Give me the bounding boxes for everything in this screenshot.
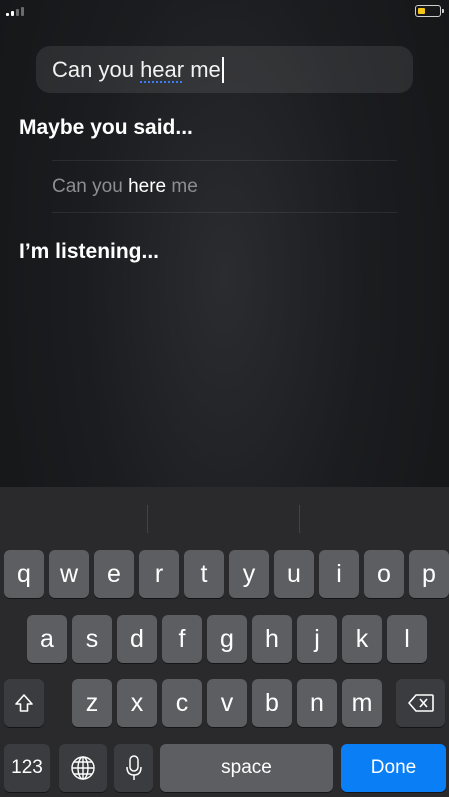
- delete-key[interactable]: [396, 679, 445, 727]
- dictation-key[interactable]: [114, 744, 153, 792]
- key-b[interactable]: b: [252, 679, 292, 727]
- key-i[interactable]: i: [319, 550, 359, 598]
- listening-status: I’m listening...: [19, 240, 160, 263]
- key-f[interactable]: f: [162, 615, 202, 663]
- key-l[interactable]: l: [387, 615, 427, 663]
- numbers-key[interactable]: 123: [4, 744, 50, 792]
- key-r[interactable]: r: [139, 550, 179, 598]
- key-x[interactable]: x: [117, 679, 157, 727]
- key-v[interactable]: v: [207, 679, 247, 727]
- query-emphasized-word: hear: [140, 56, 185, 82]
- done-key[interactable]: Done: [341, 744, 446, 792]
- key-q[interactable]: q: [4, 550, 44, 598]
- shift-key[interactable]: [4, 679, 44, 727]
- key-u[interactable]: u: [274, 550, 314, 598]
- query-text: Can you hear me: [52, 56, 221, 82]
- key-z[interactable]: z: [72, 679, 112, 727]
- suggestion-highlight: here: [128, 175, 167, 197]
- key-o[interactable]: o: [364, 550, 404, 598]
- key-m[interactable]: m: [342, 679, 382, 727]
- key-y[interactable]: y: [229, 550, 269, 598]
- prediction-divider: [147, 505, 148, 533]
- keyboard: 123 space Done qwertyuiop asdfghjkl zxcvbn…: [0, 487, 449, 797]
- globe-key[interactable]: [59, 744, 107, 792]
- key-e[interactable]: e: [94, 550, 134, 598]
- signal-strength-icon: [6, 7, 24, 16]
- key-g[interactable]: g: [207, 615, 247, 663]
- query-text-field[interactable]: Can you hear me: [36, 46, 413, 93]
- globe-icon: [70, 755, 96, 781]
- key-d[interactable]: d: [117, 615, 157, 663]
- prediction-divider: [299, 505, 300, 533]
- shift-icon: [13, 692, 35, 714]
- delete-icon: [407, 693, 435, 713]
- key-p[interactable]: p: [409, 550, 449, 598]
- maybe-you-said-heading: Maybe you said...: [19, 116, 193, 139]
- key-s[interactable]: s: [72, 615, 112, 663]
- microphone-icon: [125, 755, 143, 781]
- key-h[interactable]: h: [252, 615, 292, 663]
- space-key[interactable]: space: [160, 744, 333, 792]
- key-k[interactable]: k: [342, 615, 382, 663]
- key-n[interactable]: n: [297, 679, 337, 727]
- battery-icon: [415, 5, 444, 17]
- key-c[interactable]: c: [162, 679, 202, 727]
- status-bar: [0, 0, 449, 24]
- text-caret: [221, 56, 224, 83]
- key-t[interactable]: t: [184, 550, 224, 598]
- key-w[interactable]: w: [49, 550, 89, 598]
- key-j[interactable]: j: [297, 615, 337, 663]
- suggestion-item[interactable]: Can you here me: [52, 160, 397, 213]
- key-a[interactable]: a: [27, 615, 67, 663]
